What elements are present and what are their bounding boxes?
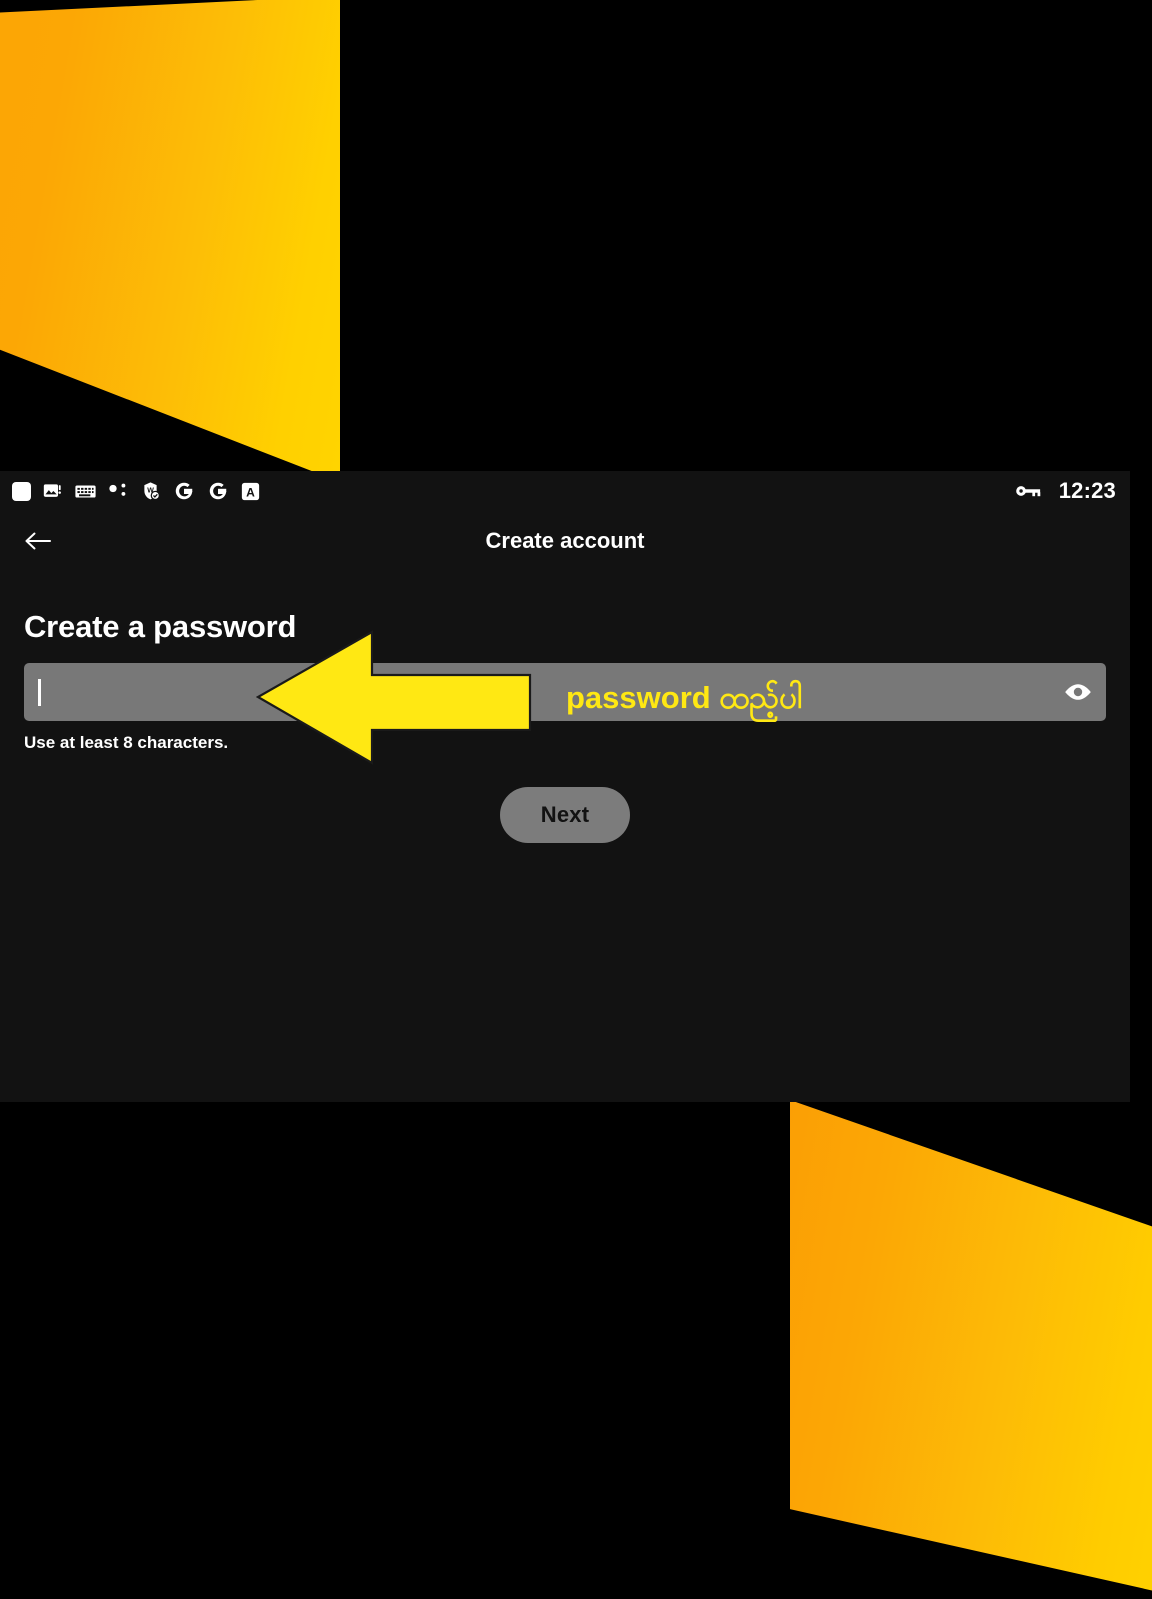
- screenshot-root: W A 12:23 Create account Create a passwo…: [0, 0, 1152, 1599]
- keyboard-icon: [75, 484, 96, 499]
- create-password-heading: Create a password: [24, 609, 297, 644]
- back-button[interactable]: [18, 521, 58, 561]
- app-bar: Create account: [0, 511, 1130, 571]
- form-content: Create a password Use at least 8 charact…: [0, 571, 1130, 843]
- google-icon: [173, 480, 195, 502]
- status-bar: W A 12:23: [0, 471, 1130, 511]
- status-bar-right: 12:23: [1015, 478, 1116, 504]
- google-icon: [207, 480, 229, 502]
- password-input[interactable]: [41, 680, 1050, 704]
- status-bar-left-icons: W A: [12, 480, 260, 502]
- password-helper-text: Use at least 8 characters.: [24, 733, 229, 752]
- svg-text:A: A: [246, 485, 255, 499]
- translate-icon: A: [241, 482, 260, 501]
- device-screen-panel: W A 12:23 Create account Create a passwo…: [0, 471, 1130, 1102]
- app-badge-icon: W: [140, 481, 161, 502]
- eye-icon[interactable]: [1060, 674, 1096, 710]
- decorative-gradient-shape-top-left: [0, 0, 340, 482]
- decorative-gradient-shape-bottom-right: [790, 1100, 1152, 1599]
- password-field-row: [24, 663, 1106, 721]
- image-icon: [43, 481, 63, 501]
- arrow-left-icon: [25, 532, 51, 550]
- page-title: Create account: [485, 528, 645, 553]
- next-button[interactable]: Next: [500, 787, 630, 843]
- password-input-container[interactable]: [24, 663, 1106, 721]
- rounded-square-icon: [12, 481, 31, 501]
- status-bar-clock: 12:23: [1058, 478, 1116, 503]
- share-nodes-icon: [108, 481, 128, 501]
- vpn-key-icon: [1015, 483, 1041, 499]
- next-button-row: Next: [24, 787, 1106, 843]
